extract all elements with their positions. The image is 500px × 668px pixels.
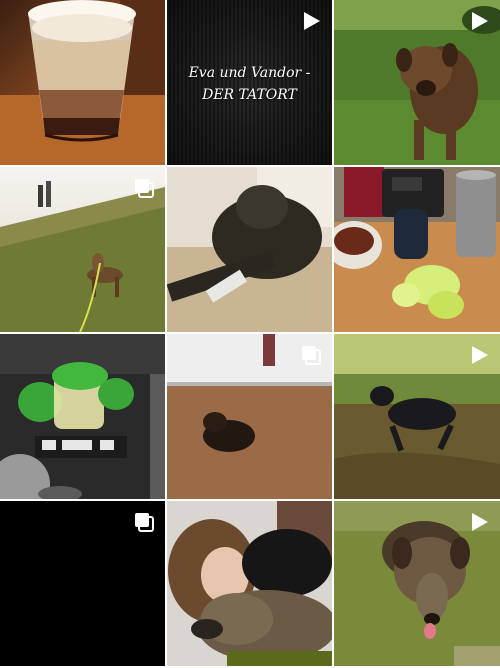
latte-photo — [0, 0, 165, 165]
carousel-icon — [302, 346, 321, 365]
post-thumbnail-dog-floor[interactable] — [167, 334, 332, 499]
post-thumbnail-black[interactable] — [0, 501, 165, 666]
carousel-icon — [135, 179, 154, 198]
post-thumbnail-woman-dog[interactable] — [167, 501, 332, 666]
video-play-icon — [304, 12, 320, 30]
post-thumbnail-latte[interactable] — [0, 0, 165, 165]
title-card-caption: Eva und Vandor - DER TATORT — [167, 62, 332, 106]
title-card-caption-line1: Eva und Vandor - — [188, 65, 311, 81]
video-play-icon — [472, 12, 488, 30]
post-thumbnail-dog-bandage[interactable] — [167, 167, 332, 332]
post-thumbnail-car-cupholder[interactable] — [0, 334, 165, 499]
photo-grid: Eva und Vandor - DER TATORT — [0, 0, 500, 668]
kitchen-counter-photo — [334, 167, 500, 332]
video-play-icon — [472, 513, 488, 531]
post-thumbnail-dog-grass[interactable] — [334, 0, 500, 165]
video-play-icon — [472, 346, 488, 364]
title-card-caption-line2: DER TATORT — [202, 87, 297, 103]
car-cupholder-photo — [0, 334, 165, 499]
post-thumbnail-dyke-walk[interactable] — [0, 167, 165, 332]
post-thumbnail-kitchen-counter[interactable] — [334, 167, 500, 332]
post-thumbnail-dog-lawn[interactable] — [334, 501, 500, 666]
post-thumbnail-dog-dirt[interactable] — [334, 334, 500, 499]
woman-dog-photo — [167, 501, 332, 666]
dog-bandage-photo — [167, 167, 332, 332]
carousel-icon — [135, 513, 154, 532]
post-thumbnail-title-video[interactable]: Eva und Vandor - DER TATORT — [167, 0, 332, 165]
